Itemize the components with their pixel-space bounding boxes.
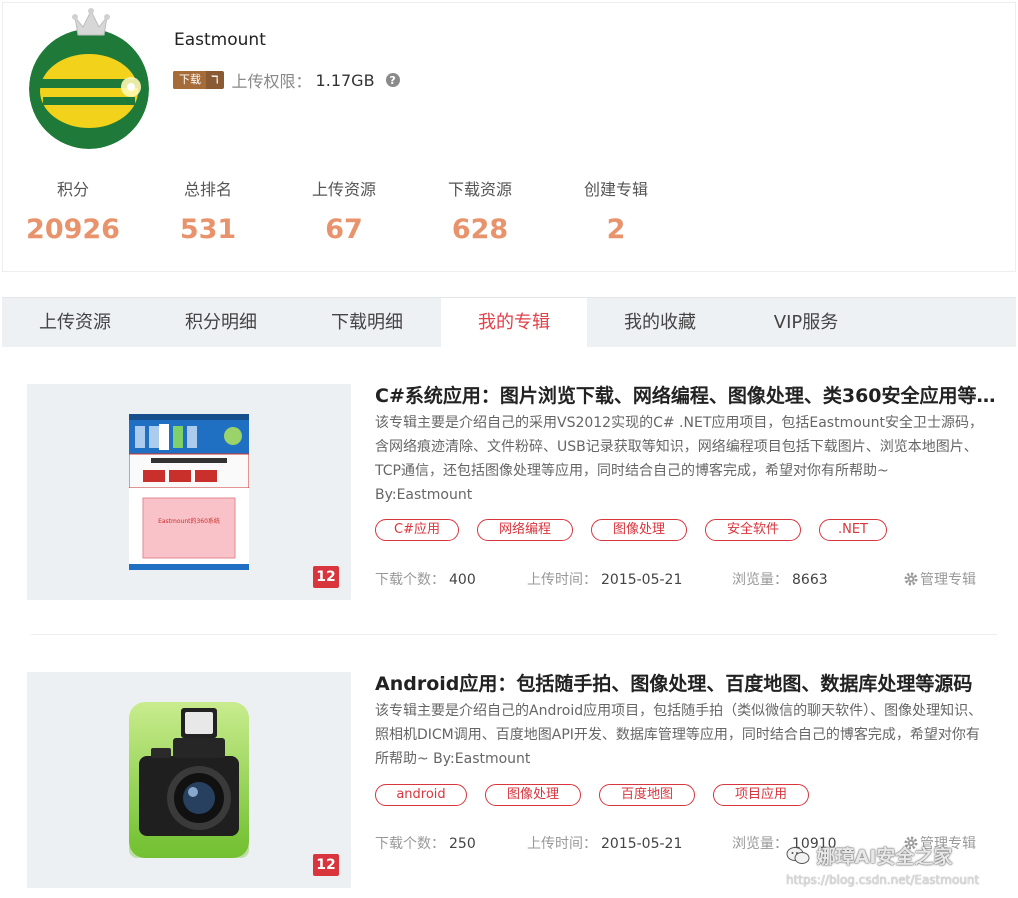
album-description-text: 该专辑主要是介绍自己的采用VS2012实现的C# .NET应用项目，包括East… <box>375 415 984 479</box>
tag[interactable]: 项目应用 <box>713 784 809 806</box>
download-badge-label: 下载 <box>173 71 206 89</box>
tab-uploads[interactable]: 上传资源 <box>2 298 148 348</box>
upload-time-value: 2015-05-21 <box>601 836 683 852</box>
downloads-value: 400 <box>449 572 476 588</box>
album-tags: C#应用 网络编程 图像处理 安全软件 .NET <box>375 519 905 541</box>
stat-uploads: 上传资源 67 <box>276 178 412 245</box>
stat-points: 积分 20926 <box>5 178 141 245</box>
tag[interactable]: android <box>375 784 467 806</box>
username[interactable]: Eastmount <box>174 30 266 50</box>
views-label: 浏览量： <box>732 572 788 588</box>
stat-label: 上传资源 <box>311 180 376 199</box>
question-circle-icon[interactable]: ? <box>385 73 400 87</box>
stat-label: 下载资源 <box>447 180 512 199</box>
downloads-label: 下载个数： <box>375 836 445 852</box>
camera-icon <box>129 702 249 858</box>
tab-download-detail[interactable]: 下载明细 <box>294 298 440 348</box>
stat-rank: 总排名 531 <box>140 178 276 245</box>
stat-albums: 创建专辑 2 <box>548 178 684 245</box>
profile-card: Eastmount 下载 ℸ 上传权限： 1.17GB ? 积分 20926 总… <box>2 2 1016 272</box>
tag[interactable]: 图像处理 <box>591 519 687 541</box>
stat-label: 积分 <box>56 180 89 199</box>
stats-row: 积分 20926 总排名 531 上传资源 67 下载资源 628 创建专辑 2 <box>3 178 703 258</box>
stat-value: 2 <box>606 214 626 245</box>
tab-points-detail[interactable]: 积分明细 <box>148 298 294 348</box>
upload-time-value: 2015-05-21 <box>601 572 683 588</box>
views-value: 8663 <box>792 572 828 588</box>
stat-label: 总排名 <box>183 180 232 199</box>
album-thumbnail[interactable]: Eastmount的360系统 12 <box>27 384 351 600</box>
album-title[interactable]: Android应用：包括随手拍、图像处理、百度地图、数据库处理等源码 <box>375 669 997 696</box>
album-thumbnail[interactable]: 12 <box>27 672 351 888</box>
tag[interactable]: 图像处理 <box>485 784 581 806</box>
tab-my-albums[interactable]: 我的专辑 <box>441 298 587 348</box>
avatar-container <box>29 7 151 149</box>
album-description-text: 该专辑主要是介绍自己的Android应用项目，包括随手拍（类似微信的聊天软件）、… <box>375 703 983 767</box>
album-title[interactable]: C#系统应用：图片浏览下载、网络编程、图像处理、类360安全应用等… <box>375 381 997 408</box>
tab-bar: 上传资源 积分明细 下载明细 我的专辑 我的收藏 VIP服务 <box>2 297 1016 348</box>
stat-value: 20926 <box>26 214 120 245</box>
downloads-label: 下载个数： <box>375 572 445 588</box>
stat-label: 创建专辑 <box>583 180 648 199</box>
tag[interactable]: C#应用 <box>375 519 459 541</box>
album-count-badge: 12 <box>313 854 339 876</box>
watermark: 娜璋AI安全之家 <box>786 842 952 869</box>
wechat-icon <box>786 847 810 864</box>
download-level-badge: 下载 ℸ <box>173 71 224 89</box>
thumbnail-caption: Eastmount的360系统 <box>158 518 220 525</box>
watermark-text: 娜璋AI安全之家 <box>816 846 953 868</box>
download-badge-mark: ℸ <box>211 73 219 86</box>
stat-value: 628 <box>451 214 509 245</box>
stat-value: 531 <box>179 214 237 245</box>
tag[interactable]: .NET <box>819 519 887 541</box>
stat-downloads: 下载资源 628 <box>412 178 548 245</box>
upload-time-label: 上传时间： <box>527 836 597 852</box>
tab-vip-service[interactable]: VIP服务 <box>733 298 879 348</box>
album-description: 该专辑主要是介绍自己的Android应用项目，包括随手拍（类似微信的聊天软件）、… <box>375 699 990 771</box>
manage-album-label: 管理专辑 <box>920 572 976 588</box>
csharp-app-screenshot <box>129 414 249 570</box>
album-count-badge: 12 <box>313 566 339 588</box>
manage-album-button[interactable]: 管理专辑 <box>904 569 976 589</box>
album-author: By:Eastmount <box>375 487 473 503</box>
divider <box>31 634 997 635</box>
stat-value: 67 <box>325 214 363 245</box>
crown-icon <box>72 8 110 36</box>
tag[interactable]: 安全软件 <box>705 519 801 541</box>
tag[interactable]: 网络编程 <box>477 519 573 541</box>
upload-permission-row: 下载 ℸ 上传权限： 1.17GB ? <box>173 69 400 91</box>
album-description: 该专辑主要是介绍自己的采用VS2012实现的C# .NET应用项目，包括East… <box>375 411 990 507</box>
upload-permission-label: 上传权限： <box>231 72 312 91</box>
views-label: 浏览量： <box>732 836 788 852</box>
tag[interactable]: 百度地图 <box>599 784 695 806</box>
watermark-url: https://blog.csdn.net/Eastmount <box>786 873 980 887</box>
avatar[interactable] <box>29 29 149 149</box>
album-meta: 下载个数： 400 上传时间： 2015-05-21 浏览量： 8663 管理专辑 <box>375 569 997 591</box>
gear-icon <box>904 572 918 586</box>
album-tags: android 图像处理 百度地图 项目应用 <box>375 784 827 806</box>
upload-time-label: 上传时间： <box>527 572 597 588</box>
tab-my-favorites[interactable]: 我的收藏 <box>587 298 733 348</box>
downloads-value: 250 <box>449 836 476 852</box>
upload-permission-value: 1.17GB <box>315 70 375 90</box>
